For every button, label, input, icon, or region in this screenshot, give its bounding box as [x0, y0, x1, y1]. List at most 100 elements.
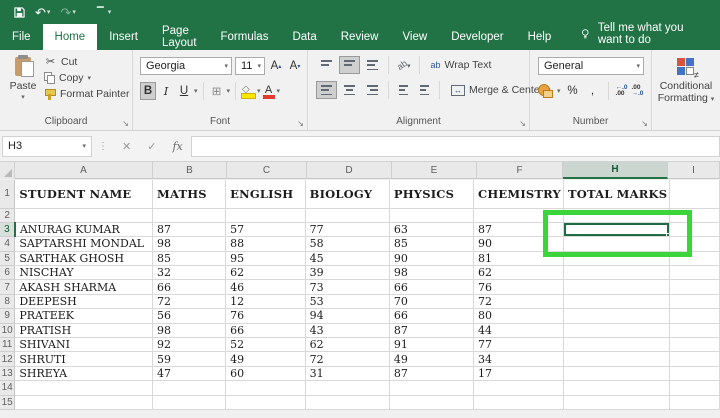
cell-D8[interactable]: 53 [305, 294, 389, 308]
font-name-combo[interactable]: Georgia▾ [140, 57, 232, 75]
cell-H1[interactable]: TOTAL MARKS [563, 180, 669, 208]
cell-I14[interactable] [670, 381, 720, 395]
cell-H11[interactable] [563, 338, 669, 352]
cell-B13[interactable]: 47 [153, 366, 226, 380]
column-header-I[interactable]: I [668, 162, 720, 179]
accounting-dropdown-icon[interactable]: ▾ [557, 87, 561, 95]
cell-F9[interactable]: 80 [474, 309, 564, 323]
row-header-6[interactable]: 6 [0, 266, 15, 280]
cell-I3[interactable] [670, 222, 720, 236]
undo-icon[interactable]: ↶▾ [35, 6, 50, 19]
cell-H2[interactable] [563, 208, 669, 222]
cell-C13[interactable]: 60 [226, 366, 306, 380]
cell-C7[interactable]: 46 [226, 280, 306, 294]
cell-A8[interactable]: DEEPESH [15, 294, 153, 308]
cell-C15[interactable] [226, 395, 306, 409]
cut-button[interactable]: ✂Cut [44, 56, 129, 68]
tab-insert[interactable]: Insert [97, 24, 150, 50]
increase-font-button[interactable]: A [268, 57, 284, 75]
cell-E4[interactable]: 85 [389, 237, 473, 251]
comma-style-button[interactable]: , [585, 82, 601, 100]
orientation-button[interactable]: ab▾ [394, 56, 414, 74]
cell-D15[interactable] [305, 395, 389, 409]
row-header-9[interactable]: 9 [0, 309, 15, 323]
name-box[interactable]: H3▾ [2, 136, 92, 157]
tab-home[interactable]: Home [43, 24, 98, 50]
column-header-D[interactable]: D [307, 162, 392, 179]
cell-D12[interactable]: 72 [305, 352, 389, 366]
tab-file[interactable]: File [0, 24, 43, 50]
align-center-button[interactable] [339, 81, 360, 99]
tab-page-layout[interactable]: Page Layout [150, 24, 209, 50]
cell-I2[interactable] [670, 208, 720, 222]
cell-I7[interactable] [670, 280, 720, 294]
cell-I4[interactable] [670, 237, 720, 251]
cell-A3[interactable]: ANURAG KUMAR [15, 222, 153, 236]
row-header-3[interactable]: 3 [0, 222, 15, 236]
cell-D6[interactable]: 39 [305, 266, 389, 280]
cell-F2[interactable] [474, 208, 564, 222]
cell-D11[interactable]: 62 [305, 338, 389, 352]
cell-A10[interactable]: PRATISH [15, 323, 153, 337]
tab-help[interactable]: Help [516, 24, 564, 50]
fill-color-dropdown-icon[interactable]: ▾ [257, 87, 261, 95]
cell-D5[interactable]: 45 [305, 251, 389, 265]
cell-C9[interactable]: 76 [226, 309, 306, 323]
cell-A2[interactable] [15, 208, 153, 222]
cell-F13[interactable]: 17 [474, 366, 564, 380]
cell-I12[interactable] [670, 352, 720, 366]
cell-F4[interactable]: 90 [474, 237, 564, 251]
fill-handle[interactable] [666, 233, 670, 237]
cell-F12[interactable]: 34 [474, 352, 564, 366]
borders-button[interactable]: ⊞ [209, 82, 225, 100]
row-header-11[interactable]: 11 [0, 338, 15, 352]
cell-B4[interactable]: 98 [153, 237, 226, 251]
row-header-5[interactable]: 5 [0, 251, 15, 265]
cell-H14[interactable] [563, 381, 669, 395]
row-header-12[interactable]: 12 [0, 352, 15, 366]
cell-B12[interactable]: 59 [153, 352, 226, 366]
font-color-button[interactable]: A [263, 84, 275, 99]
cell-F5[interactable]: 81 [474, 251, 564, 265]
borders-dropdown-icon[interactable]: ▾ [227, 87, 231, 95]
cell-D9[interactable]: 94 [305, 309, 389, 323]
increase-indent-button[interactable] [415, 81, 434, 99]
format-painter-button[interactable]: Format Painter [44, 88, 129, 100]
cell-E12[interactable]: 49 [389, 352, 473, 366]
cell-I9[interactable] [670, 309, 720, 323]
cell-E8[interactable]: 70 [389, 294, 473, 308]
number-dialog-launcher-icon[interactable]: ↘ [641, 119, 648, 128]
tab-review[interactable]: Review [329, 24, 391, 50]
cell-D4[interactable]: 58 [305, 237, 389, 251]
percent-style-button[interactable]: % [565, 82, 581, 100]
cell-E10[interactable]: 87 [389, 323, 473, 337]
decrease-indent-button[interactable] [394, 81, 413, 99]
cell-C8[interactable]: 12 [226, 294, 306, 308]
align-middle-button[interactable] [339, 56, 360, 74]
row-header-2[interactable]: 2 [0, 208, 15, 222]
paste-button[interactable]: Paste ▾ [6, 55, 40, 117]
number-format-combo[interactable]: General▾ [538, 57, 644, 75]
cell-I11[interactable] [670, 338, 720, 352]
cell-I6[interactable] [670, 266, 720, 280]
increase-decimal-button[interactable]: ←.0.00 [616, 85, 628, 98]
cell-C12[interactable]: 49 [226, 352, 306, 366]
cell-E2[interactable] [389, 208, 473, 222]
cell-C1[interactable]: ENGLISH [226, 180, 306, 208]
cell-I10[interactable] [670, 323, 720, 337]
cell-E15[interactable] [389, 395, 473, 409]
cell-D13[interactable]: 31 [305, 366, 389, 380]
cell-H4[interactable] [563, 237, 669, 251]
cell-C5[interactable]: 95 [226, 251, 306, 265]
cell-C14[interactable] [226, 381, 306, 395]
cell-D1[interactable]: BIOLOGY [305, 180, 389, 208]
cell-H5[interactable] [563, 251, 669, 265]
cell-D14[interactable] [305, 381, 389, 395]
cell-B10[interactable]: 98 [153, 323, 226, 337]
column-header-H[interactable]: H [563, 162, 668, 179]
font-dialog-launcher-icon[interactable]: ↘ [297, 119, 304, 128]
enter-icon[interactable]: ✓ [139, 140, 164, 153]
cell-A6[interactable]: NISCHAY [15, 266, 153, 280]
cell-D3[interactable]: 77 [305, 222, 389, 236]
align-left-button[interactable] [316, 81, 337, 99]
